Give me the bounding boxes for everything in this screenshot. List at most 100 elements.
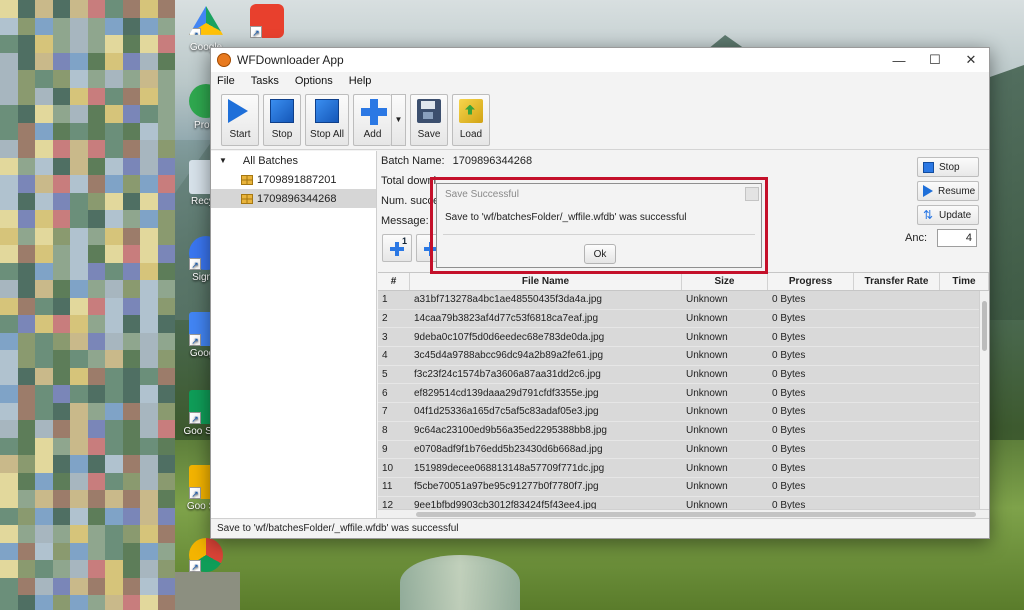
tree-item-batch-selected[interactable]: 1709896344268 <box>211 189 376 208</box>
column-header-time[interactable]: Time <box>940 273 989 290</box>
mosaic-cell <box>70 367 88 385</box>
tree-item-batch[interactable]: 1709891887201 <box>211 170 376 189</box>
mosaic-cell <box>140 542 158 560</box>
batch-icon <box>241 174 253 185</box>
mosaic-cell <box>105 595 123 610</box>
mosaic-cell <box>0 542 18 560</box>
desktop-icon-anydesk[interactable]: ↗ <box>243 4 291 40</box>
tree-root[interactable]: ▼ All Batches <box>211 151 376 170</box>
menu-tasks[interactable]: Tasks <box>251 75 279 87</box>
scroll-thumb[interactable] <box>982 301 987 351</box>
mosaic-cell <box>105 70 123 88</box>
stop-button[interactable]: Stop <box>263 93 301 146</box>
table-row[interactable]: 4 3c45d4a9788abcc96dc94a2b89a2fe61.jpg Unk… <box>378 347 989 366</box>
mosaic-cell <box>70 472 88 490</box>
cell-number: 4 <box>382 350 388 362</box>
close-button[interactable]: ✕ <box>953 48 989 72</box>
table-row[interactable]: 3 9deba0c107f5d0d6eedec68e783de0da.jpg Unk… <box>378 328 989 348</box>
add-one-button[interactable]: 1 <box>382 234 412 262</box>
mosaic-cell <box>70 420 88 438</box>
mosaic-cell <box>70 560 88 578</box>
minimize-button[interactable]: — <box>881 48 917 72</box>
dialog-close-button[interactable] <box>745 187 759 201</box>
table-row[interactable]: 8 9c64ac23100ed9b56a35ed2295388bb8.jpg Unk… <box>378 422 989 441</box>
mosaic-cell <box>70 52 88 70</box>
mosaic-cell <box>105 87 123 105</box>
mosaic-cell <box>140 525 158 543</box>
cell-size: Unknown <box>686 387 728 399</box>
save-button[interactable]: Save <box>410 93 448 146</box>
menu-file[interactable]: File <box>217 75 235 87</box>
stop-all-button[interactable]: Stop All <box>305 93 349 146</box>
mosaic-cell <box>87 472 105 490</box>
column-header-transfer-rate[interactable]: Transfer Rate <box>854 273 940 290</box>
mosaic-cell <box>52 297 70 315</box>
mosaic-cell <box>52 367 70 385</box>
mosaic-cell <box>105 175 123 193</box>
batch-stop-button[interactable]: Stop <box>917 157 979 177</box>
anc-input[interactable]: 4 <box>937 229 977 247</box>
mosaic-cell <box>105 210 123 228</box>
mosaic-cell <box>122 0 140 18</box>
update-button[interactable]: ⇅ Update <box>917 205 979 225</box>
maximize-button[interactable]: ☐ <box>917 48 953 72</box>
mosaic-cell <box>17 595 35 610</box>
batch-control-buttons: Stop Resume ⇅ Update <box>917 157 979 229</box>
mosaic-cell <box>35 280 53 298</box>
mosaic-cell <box>0 280 18 298</box>
mosaic-cell <box>105 542 123 560</box>
desktop-icon-chrome[interactable]: ↗ <box>182 538 230 574</box>
mosaic-cell <box>35 490 53 508</box>
add-button[interactable]: Add <box>353 93 391 146</box>
cell-size: Unknown <box>686 481 728 493</box>
mosaic-cell <box>52 280 70 298</box>
table-row[interactable]: 6 ef829514cd139daaa29d791cfdf3355e.jpg Unk… <box>378 384 989 404</box>
column-header-file-name[interactable]: File Name <box>410 273 682 290</box>
vertical-scrollbar[interactable] <box>979 291 989 509</box>
table-row[interactable]: 5 f3c23f24c1574b7a3606a87aa31dd2c6.jpg Unk… <box>378 366 989 385</box>
scroll-thumb[interactable] <box>416 512 976 517</box>
mosaic-cell <box>52 105 70 123</box>
mosaic-cell <box>157 507 175 525</box>
expand-triangle-icon[interactable]: ▼ <box>219 156 227 165</box>
mosaic-cell <box>17 245 35 263</box>
add-dropdown-chevron-down-icon[interactable]: ▼ <box>391 93 406 146</box>
mosaic-cell <box>157 175 175 193</box>
desktop-icon-google-drive[interactable]: ↗ Google <box>182 6 230 53</box>
mosaic-cell <box>0 560 18 578</box>
column-header-size[interactable]: Size <box>682 273 768 290</box>
mosaic-cell <box>35 367 53 385</box>
mosaic-cell <box>17 577 35 595</box>
add-one-sup: 1 <box>401 236 407 246</box>
resume-button[interactable]: Resume <box>917 181 979 201</box>
table-row[interactable]: 10 151989decee068813148a57709f771dc.jpg Un… <box>378 459 989 478</box>
mosaic-cell <box>70 140 88 158</box>
mosaic-cell <box>157 280 175 298</box>
mosaic-cell <box>0 437 18 455</box>
table-row[interactable]: 1 a31bf713278a4bc1ae48550435f3da4a.jpg Unk… <box>378 291 989 310</box>
cell-progress: 0 Bytes <box>772 499 806 509</box>
mosaic-cell <box>70 87 88 105</box>
column-header-number[interactable]: # <box>378 273 410 290</box>
table-row[interactable]: 7 04f1d25336a165d7c5af5c83adaf05e3.jpg Unk… <box>378 403 989 422</box>
menu-help[interactable]: Help <box>349 75 372 87</box>
column-header-progress[interactable]: Progress <box>768 273 854 290</box>
table-row[interactable]: 12 9ee1bfbd9903cb3012f83424f5f43ee4.jpg Un… <box>378 497 989 509</box>
mosaic-cell <box>0 140 18 158</box>
ok-button[interactable]: Ok <box>584 244 616 264</box>
start-button[interactable]: Start <box>221 93 259 146</box>
message-label: Message: <box>381 215 429 227</box>
mosaic-cell <box>35 525 53 543</box>
load-button[interactable]: Load <box>452 93 490 146</box>
menu-options[interactable]: Options <box>295 75 333 87</box>
mosaic-cell <box>122 472 140 490</box>
mosaic-cell <box>17 35 35 53</box>
table-row[interactable]: 11 f5cbe70051a97be95c91277b0f7780f7.jpg Un… <box>378 478 989 497</box>
mosaic-cell <box>52 472 70 490</box>
mosaic-cell <box>87 17 105 35</box>
table-row[interactable]: 2 14caa79b3823af4d77c53f6818ca7eaf.jpg Unk… <box>378 310 989 329</box>
table-row[interactable]: 9 e0708adf9f1b76edd5b23430d6b668ad.jpg Unk… <box>378 441 989 460</box>
cell-number: 8 <box>382 425 388 437</box>
cell-size: Unknown <box>686 331 728 343</box>
mosaic-cell <box>157 420 175 438</box>
